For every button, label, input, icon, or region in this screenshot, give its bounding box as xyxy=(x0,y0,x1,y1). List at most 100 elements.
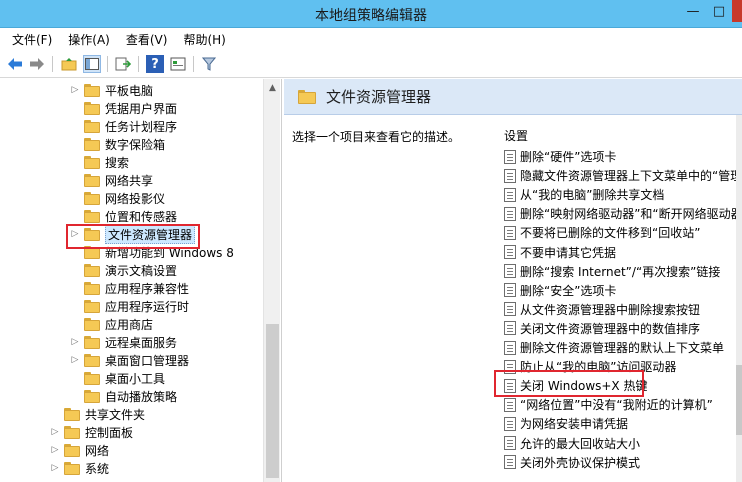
tree-item-label: 共享文件夹 xyxy=(85,407,146,422)
scroll-up-icon[interactable]: ▲ xyxy=(264,81,281,95)
expand-arrow-icon xyxy=(70,171,80,189)
folder-icon xyxy=(84,209,100,223)
help-button[interactable]: ? xyxy=(146,55,164,73)
tree-item[interactable]: 演示文稿设置 xyxy=(70,261,177,279)
forward-button[interactable] xyxy=(28,55,46,73)
tree-item[interactable]: 网络共享 xyxy=(70,171,153,189)
tree-item[interactable]: ▷ 平板电脑 xyxy=(70,81,153,99)
menu-view[interactable]: 查看(V) xyxy=(120,31,174,48)
export-list-button[interactable] xyxy=(114,55,132,73)
policy-setting-icon xyxy=(504,206,516,221)
tree-item[interactable]: ▷ 控制面板 xyxy=(50,423,133,441)
setting-row[interactable]: 从文件资源管理器中删除搜索按钮 xyxy=(504,300,742,319)
maximize-button[interactable]: □ xyxy=(706,0,732,22)
expand-arrow-icon xyxy=(70,279,80,297)
menu-action[interactable]: 操作(A) xyxy=(62,31,116,48)
tree-item[interactable]: 共享文件夹 xyxy=(50,405,145,423)
setting-row[interactable]: 不要将已删除的文件移到“回收站” xyxy=(504,223,742,242)
setting-label: 隐藏文件资源管理器上下文菜单中的“管理” xyxy=(520,169,742,184)
setting-row[interactable]: 为网络安装申请凭据 xyxy=(504,414,742,433)
expand-arrow-icon xyxy=(70,189,80,207)
properties-button[interactable] xyxy=(169,55,187,73)
setting-label: 允许的最大回收站大小 xyxy=(520,436,641,451)
folder-icon xyxy=(84,281,100,295)
policy-setting-icon xyxy=(504,455,516,470)
tree-item[interactable]: 任务计划程序 xyxy=(70,117,177,135)
setting-row[interactable]: 防止从“我的电脑”访问驱动器 xyxy=(504,357,742,376)
setting-row[interactable]: 关闭文件资源管理器中的数值排序 xyxy=(504,319,742,338)
tree-item-label: 新增功能到 Windows 8 xyxy=(105,245,234,260)
tree-item[interactable]: 应用程序运行时 xyxy=(70,297,189,315)
scrollbar-thumb[interactable] xyxy=(736,365,742,435)
setting-row[interactable]: “网络位置”中没有“我附近的计算机” xyxy=(504,395,742,414)
tree-scrollbar[interactable]: ▲ xyxy=(263,79,280,482)
setting-row[interactable]: 关闭 Windows+X 热键 xyxy=(504,376,742,395)
policy-setting-icon xyxy=(504,378,516,393)
setting-row[interactable]: 允许的最大回收站大小 xyxy=(504,434,742,453)
tree-item[interactable]: 数字保险箱 xyxy=(70,135,165,153)
close-button[interactable] xyxy=(732,0,742,22)
maximize-icon: □ xyxy=(712,3,726,19)
expand-arrow-icon[interactable]: ▷ xyxy=(50,459,60,477)
menu-help[interactable]: 帮助(H) xyxy=(177,31,231,48)
tree-item[interactable]: ▷ 网络 xyxy=(50,441,109,459)
expand-arrow-icon[interactable]: ▷ xyxy=(50,423,60,441)
settings-scrollbar[interactable] xyxy=(736,115,742,482)
tree-item[interactable]: ▷ 桌面窗口管理器 xyxy=(70,351,189,369)
minimize-button[interactable]: — xyxy=(680,0,706,22)
setting-row[interactable]: 关闭外壳协议保护模式 xyxy=(504,453,742,472)
tree-item-label: 搜索 xyxy=(105,155,130,170)
tree-item-label: 应用程序运行时 xyxy=(105,299,190,314)
tree-item-label: 控制面板 xyxy=(85,425,134,440)
policy-setting-icon xyxy=(504,321,516,336)
expand-arrow-icon[interactable]: ▷ xyxy=(70,333,80,351)
setting-row[interactable]: 删除“搜索 Internet”/“再次搜索”链接 xyxy=(504,262,742,281)
up-folder-button[interactable] xyxy=(60,55,78,73)
setting-label: 从“我的电脑”删除共享文档 xyxy=(520,188,665,203)
filter-button[interactable] xyxy=(200,55,218,73)
folder-icon xyxy=(84,335,100,349)
expand-arrow-icon[interactable]: ▷ xyxy=(70,81,80,99)
properties-icon xyxy=(170,57,186,71)
tree-item[interactable]: ▷ 文件资源管理器 xyxy=(70,224,196,244)
tree-item[interactable]: 网络投影仪 xyxy=(70,189,165,207)
help-icon: ? xyxy=(151,56,159,72)
tree-item[interactable]: 新增功能到 Windows 8 xyxy=(70,243,234,261)
setting-label: “网络位置”中没有“我附近的计算机” xyxy=(520,398,713,413)
back-button[interactable] xyxy=(6,55,24,73)
tree-item[interactable]: 应用商店 xyxy=(70,315,153,333)
tree-item[interactable]: 自动播放策略 xyxy=(70,387,177,405)
tree-item-label: 远程桌面服务 xyxy=(105,335,178,350)
policy-setting-icon xyxy=(504,436,516,450)
tree-item[interactable]: 凭据用户界面 xyxy=(70,99,177,117)
folder-icon xyxy=(84,101,100,115)
folder-icon xyxy=(64,407,80,421)
show-tree-button[interactable] xyxy=(83,55,101,73)
column-header-setting[interactable]: 设置 xyxy=(504,127,528,144)
tree-item[interactable]: 应用程序兼容性 xyxy=(70,279,189,297)
scrollbar-thumb[interactable] xyxy=(266,324,279,478)
tree-item[interactable]: 搜索 xyxy=(70,153,129,171)
tree-item[interactable]: ▷ 远程桌面服务 xyxy=(70,333,177,351)
setting-row[interactable]: 从“我的电脑”删除共享文档 xyxy=(504,185,742,204)
expand-arrow-icon[interactable]: ▷ xyxy=(70,351,80,369)
setting-label: 删除“搜索 Internet”/“再次搜索”链接 xyxy=(520,264,721,279)
policy-setting-icon xyxy=(504,397,516,412)
tree-item-label: 桌面窗口管理器 xyxy=(105,353,190,368)
folder-icon xyxy=(84,83,100,97)
setting-row[interactable]: 删除“映射网络驱动器”和“断开网络驱动器” xyxy=(504,204,742,223)
folder-icon xyxy=(84,227,100,241)
setting-row[interactable]: 隐藏文件资源管理器上下文菜单中的“管理” xyxy=(504,166,742,185)
setting-row[interactable]: 删除“安全”选项卡 xyxy=(504,281,742,300)
menu-file[interactable]: 文件(F) xyxy=(6,31,58,48)
expand-arrow-icon[interactable]: ▷ xyxy=(50,441,60,459)
tree-item[interactable]: ▷ 系统 xyxy=(50,459,109,477)
expand-arrow-icon[interactable]: ▷ xyxy=(70,225,80,243)
toolbar-separator xyxy=(107,56,108,72)
tree-item[interactable]: 位置和传感器 xyxy=(70,207,177,225)
setting-row[interactable]: 删除文件资源管理器的默认上下文菜单 xyxy=(504,338,742,357)
setting-row[interactable]: 不要申请其它凭据 xyxy=(504,243,742,262)
tree-item[interactable]: 桌面小工具 xyxy=(70,369,165,387)
setting-row[interactable]: 删除“硬件”选项卡 xyxy=(504,147,742,166)
policy-setting-icon xyxy=(504,225,516,240)
